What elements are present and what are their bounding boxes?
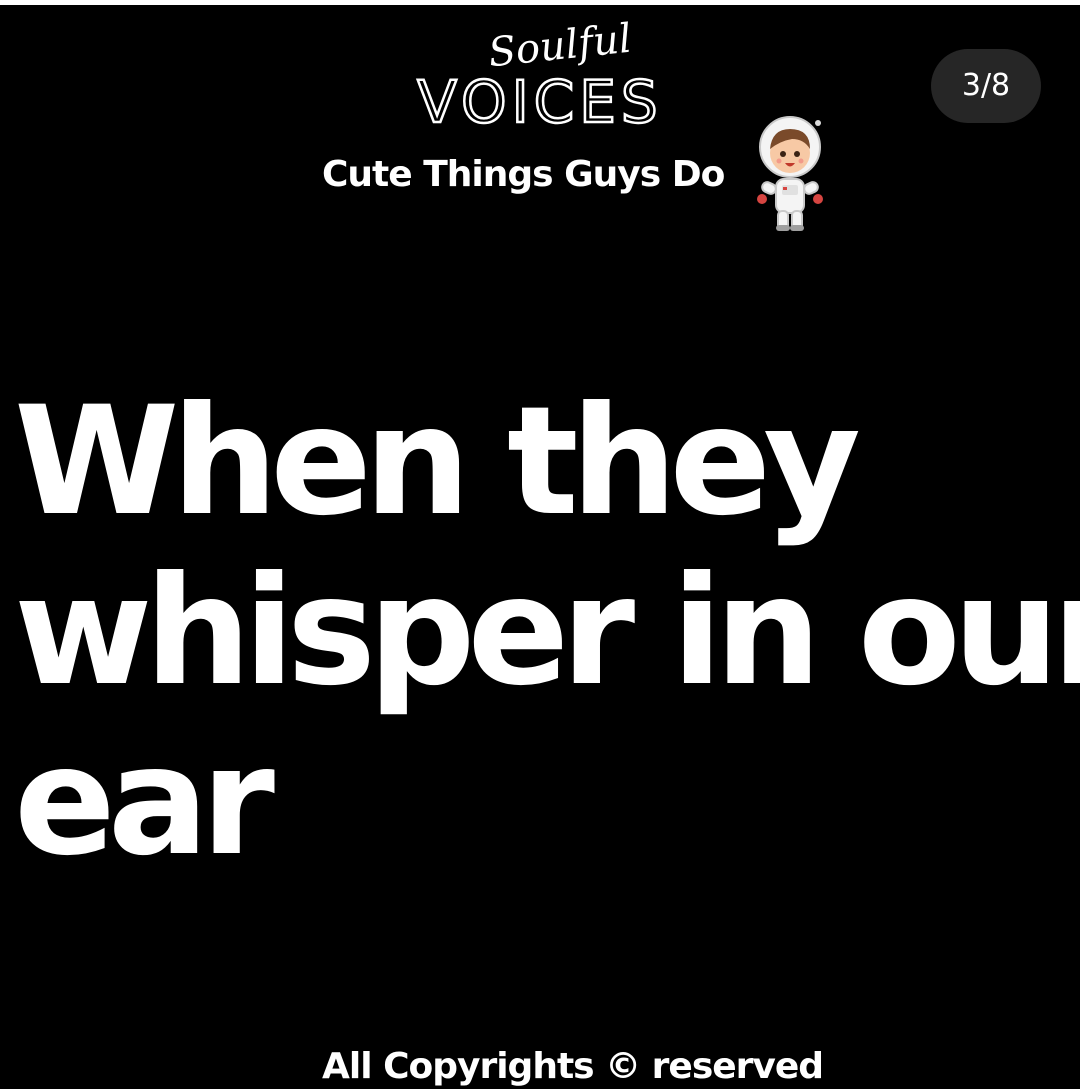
- headline-line: whisper in our: [14, 545, 1080, 719]
- carousel-counter-badge: 3/8: [931, 49, 1041, 123]
- brand-logo: Soulful VOICES: [300, 16, 780, 133]
- post-image[interactable]: Soulful VOICES Cute Things Guys Do 3/8 W…: [0, 5, 1080, 1087]
- headline-line: ear: [14, 715, 275, 889]
- post-subtitle: Cute Things Guys Do: [322, 154, 725, 195]
- headline-line: When they: [14, 375, 861, 549]
- headline: When they whisper in our ear: [14, 375, 1080, 889]
- copyright-footer: All Copyrights © reserved: [322, 1046, 824, 1087]
- astronaut-icon: [757, 116, 823, 231]
